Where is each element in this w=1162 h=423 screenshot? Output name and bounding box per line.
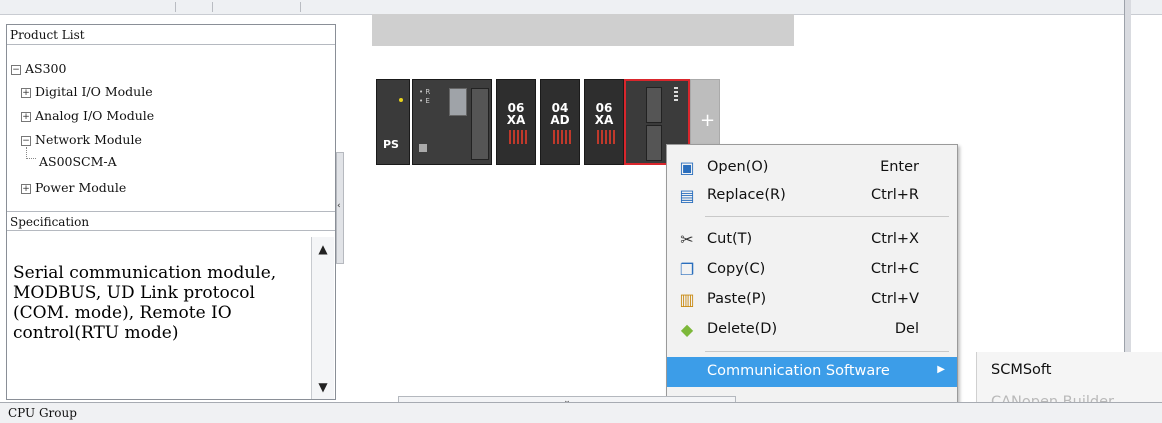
menu-item-label: Communication Software — [707, 363, 890, 379]
expand-icon[interactable]: + — [21, 112, 31, 122]
tree-item-label: AS00SCM-A — [39, 154, 117, 169]
tree-item-label: Analog I/O Module — [35, 108, 155, 123]
cpu-led-labels: • R • E — [419, 88, 431, 105]
tree-item-label: AS300 — [25, 61, 67, 76]
menu-separator — [705, 351, 949, 352]
menu-item-paste[interactable]: ▥ Paste(P) Ctrl+V — [667, 285, 957, 315]
io-indicator-icon — [553, 130, 573, 144]
menu-item-label: Open(O) — [707, 159, 769, 175]
menu-item-shortcut: Enter — [880, 159, 919, 175]
tree-item-network-module[interactable]: − Network Module — [21, 131, 142, 149]
plus-icon[interactable]: + — [700, 110, 715, 131]
rack-header-bar — [372, 14, 794, 46]
menu-separator — [705, 216, 949, 217]
submenu-arrow-icon: ▶ — [937, 364, 945, 375]
status-led-icon — [674, 87, 678, 101]
comm-port-icon — [449, 88, 467, 116]
tree-item-label: Power Module — [35, 180, 127, 195]
tree-connector — [26, 158, 36, 160]
menu-item-label: Paste(P) — [707, 291, 767, 307]
eraser-icon: ◆ — [680, 320, 694, 339]
comm-port-icon — [646, 125, 662, 161]
menu-item-cut[interactable]: ✂ Cut(T) Ctrl+X — [667, 225, 957, 255]
menu-item-shortcut: Ctrl+V — [871, 291, 919, 307]
io-indicator-icon — [509, 130, 529, 144]
menu-item-delete[interactable]: ◆ Delete(D) Del — [667, 315, 957, 345]
specification-scrollbar[interactable]: ▲ ▼ — [311, 237, 334, 399]
cpu-module[interactable]: • R • E — [412, 79, 492, 165]
open-icon: ▣ — [679, 158, 695, 177]
paste-icon: ▥ — [679, 290, 695, 309]
scroll-up-arrow-icon[interactable]: ▲ — [313, 239, 333, 259]
menu-item-label: Delete(D) — [707, 321, 778, 337]
scroll-down-arrow-icon[interactable]: ▼ — [313, 377, 333, 397]
module-code-line: XA — [594, 113, 614, 127]
io-indicator-icon — [597, 130, 617, 144]
menu-item-replace[interactable]: ▤ Replace(R) Ctrl+R — [667, 181, 957, 211]
menu-item-copy[interactable]: ❐ Copy(C) Ctrl+C — [667, 255, 957, 285]
menu-item-shortcut: Del — [894, 321, 919, 337]
menu-item-shortcut: Ctrl+X — [871, 231, 919, 247]
panel-splitter[interactable]: ‹ — [336, 152, 344, 264]
collapse-arrow-icon[interactable]: ‹ — [337, 201, 341, 211]
reset-switch-icon — [419, 144, 427, 152]
bottom-panel: CPU Group — [0, 402, 1162, 423]
expand-icon[interactable]: + — [21, 184, 31, 194]
terminal-block-icon — [471, 88, 489, 160]
menu-item-communication-software[interactable]: Communication Software ▶ — [667, 357, 957, 387]
module-code-line: AD — [550, 113, 570, 127]
left-panel: Product List − AS300 + Digital I/O Module … — [6, 24, 336, 400]
cpu-group-label: CPU Group — [8, 406, 77, 420]
tree-item-label: Digital I/O Module — [35, 84, 153, 99]
top-toolbar — [0, 0, 1162, 15]
tree-item-power-module[interactable]: + Power Module — [21, 179, 126, 197]
tree-item-as00scm-a[interactable]: AS00SCM-A — [39, 153, 117, 171]
tree-item-analog-io[interactable]: + Analog I/O Module — [21, 107, 154, 125]
specification-title: Specification — [7, 211, 335, 231]
module-code-line: XA — [506, 113, 526, 127]
collapse-icon[interactable]: − — [21, 136, 31, 146]
toolbar-separator — [300, 2, 301, 12]
specification-text: Serial communication module, MODBUS, UD … — [13, 263, 277, 343]
menu-item-shortcut: Ctrl+R — [870, 187, 919, 203]
copy-icon: ❐ — [679, 260, 695, 279]
expand-icon[interactable]: + — [21, 88, 31, 98]
submenu-item-scmsoft[interactable]: SCMSoft — [991, 362, 1051, 378]
power-supply-module[interactable]: PS — [376, 79, 410, 165]
module-06xa-1[interactable]: 06 XA — [496, 79, 536, 165]
menu-item-label: Replace(R) — [707, 187, 786, 203]
status-led-icon — [399, 98, 403, 102]
module-04ad[interactable]: 04 AD — [540, 79, 580, 165]
comm-port-icon — [646, 87, 662, 123]
scissors-icon: ✂ — [680, 230, 694, 249]
toolbar-separator — [175, 2, 176, 12]
product-list-title: Product List — [7, 25, 335, 45]
toolbar-separator — [212, 2, 213, 12]
menu-item-label: Cut(T) — [707, 231, 753, 247]
ps-label: PS — [383, 138, 399, 151]
tree-item-label: Network Module — [35, 132, 142, 147]
menu-item-shortcut: Ctrl+C — [870, 261, 919, 277]
tree-item-digital-io[interactable]: + Digital I/O Module — [21, 83, 153, 101]
menu-item-open[interactable]: ▣ Open(O) Enter — [667, 153, 957, 183]
module-06xa-2[interactable]: 06 XA — [584, 79, 624, 165]
collapse-icon[interactable]: − — [11, 65, 21, 75]
context-menu: ▣ Open(O) Enter ▤ Replace(R) Ctrl+R ✂ Cu… — [666, 144, 958, 410]
menu-item-label: Copy(C) — [707, 261, 766, 277]
replace-icon: ▤ — [679, 186, 695, 205]
tree-item-as300[interactable]: − AS300 — [11, 60, 66, 78]
